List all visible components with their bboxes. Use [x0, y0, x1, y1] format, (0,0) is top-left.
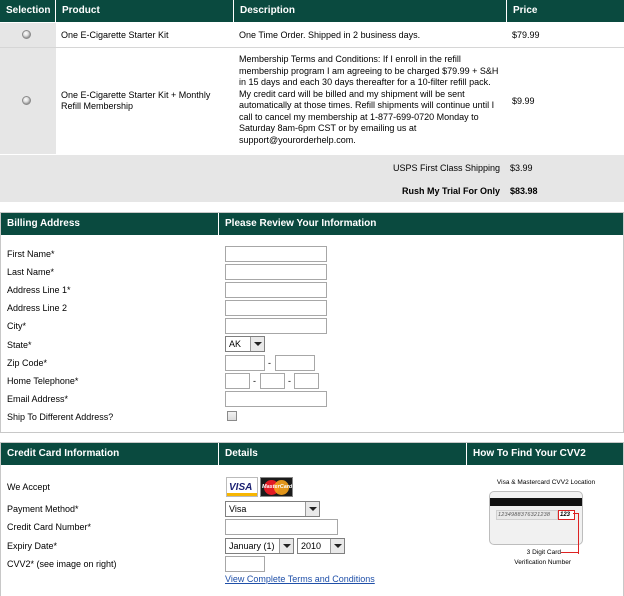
expiry-month-value: January (1): [229, 541, 275, 551]
expiry-year-value: 2010: [301, 541, 322, 551]
total-label: Rush My Trial For Only: [401, 186, 500, 196]
zip-input-2[interactable]: [275, 355, 315, 371]
card-number-input[interactable]: [225, 519, 338, 535]
phone-input-3[interactable]: [294, 373, 319, 389]
address1-label: Address Line 1*: [7, 285, 71, 295]
visa-stripe: [227, 493, 257, 496]
mastercard-logo: MasterCard: [260, 477, 293, 497]
shipping-price: $3.99: [510, 163, 533, 173]
billing-section: Billing Address Please Review Your Infor…: [0, 212, 624, 433]
phone-input-1[interactable]: [225, 373, 250, 389]
cvv-input[interactable]: [225, 556, 265, 572]
address1-input[interactable]: [225, 282, 327, 298]
last-name-input[interactable]: [225, 264, 327, 280]
shipping-label: USPS First Class Shipping: [392, 163, 500, 173]
cvv-pointer-line: [573, 513, 579, 554]
we-accept-label: We Accept: [7, 482, 50, 492]
phone-label: Home Telephone*: [7, 376, 79, 386]
first-name-label: First Name*: [7, 249, 55, 259]
city-label: City*: [7, 321, 27, 331]
cc-header: Credit Card Information: [1, 443, 218, 465]
cvv-header: How To Find Your CVV2: [467, 443, 623, 465]
details-header: Details: [219, 443, 466, 465]
cvv-code-text: 123: [560, 512, 571, 518]
phone-dash-2: -: [288, 376, 291, 386]
cvv-image-title: Visa & Mastercard CVV2 Location: [496, 479, 596, 486]
zip-input-1[interactable]: [225, 355, 265, 371]
product-desc-2: Membership Terms and Conditions: If I en…: [239, 54, 499, 145]
payment-method-label: Payment Method*: [7, 504, 79, 514]
product-radio-1[interactable]: [22, 30, 31, 39]
col-header-selection: Selection: [0, 0, 55, 22]
product-name-2: One E-Cigarette Starter Kit + Monthly Re…: [61, 90, 211, 111]
address2-input[interactable]: [225, 300, 327, 316]
mc-logo-text: MasterCard: [262, 484, 293, 490]
cvv-label: CVV2* (see image on right): [7, 559, 117, 569]
total-price: $83.98: [510, 186, 538, 196]
address2-label: Address Line 2: [7, 303, 68, 313]
billing-header: Billing Address: [1, 213, 218, 235]
payment-method-value: Visa: [229, 504, 247, 514]
magnetic-stripe: [490, 498, 582, 506]
terms-link[interactable]: View Complete Terms and Conditions: [225, 574, 375, 584]
product-table: Selection Product Description Price One …: [0, 0, 624, 202]
cvv-caption-2: Verification Number: [514, 559, 571, 566]
chevron-down-icon[interactable]: [250, 337, 264, 351]
ship-diff-checkbox[interactable]: [227, 411, 237, 421]
review-header: Please Review Your Information: [219, 213, 623, 235]
state-label: State*: [7, 340, 32, 350]
chevron-down-icon[interactable]: [305, 502, 319, 516]
zip-label: Zip Code*: [7, 358, 48, 368]
chevron-down-icon[interactable]: [330, 539, 344, 553]
phone-dash-1: -: [253, 376, 256, 386]
divider: [0, 47, 624, 48]
state-value: AK: [229, 339, 242, 349]
col-header-description: Description: [234, 0, 506, 22]
card-number-text: 1234988376321238: [498, 512, 551, 518]
payment-section: Credit Card Information Details How To F…: [0, 442, 624, 596]
col-header-product: Product: [56, 0, 233, 22]
product-name-1: One E-Cigarette Starter Kit: [61, 30, 169, 40]
city-input[interactable]: [225, 318, 327, 334]
first-name-input[interactable]: [225, 246, 327, 262]
visa-logo: VISA: [226, 477, 258, 497]
product-desc-1: One Time Order. Shipped in 2 business da…: [239, 30, 421, 40]
product-price-1: $79.99: [512, 30, 540, 40]
cvv-pointer-arrow: [561, 552, 579, 553]
zip-dash: -: [268, 358, 271, 368]
email-label: Email Address*: [7, 394, 69, 404]
expiry-year-select[interactable]: 2010: [297, 538, 345, 554]
card-back-image: 1234988376321238 123: [489, 491, 583, 545]
payment-method-select[interactable]: Visa: [225, 501, 320, 517]
cvv-caption-1: 3 Digit Card: [526, 549, 561, 556]
product-radio-2[interactable]: [22, 96, 31, 105]
state-select[interactable]: AK: [225, 336, 265, 352]
chevron-down-icon[interactable]: [279, 539, 293, 553]
col-header-price: Price: [507, 0, 624, 22]
cvv-illustration: Visa & Mastercard CVV2 Location 12349883…: [471, 479, 621, 574]
expiry-label: Expiry Date*: [7, 541, 58, 551]
email-input[interactable]: [225, 391, 327, 407]
phone-input-2[interactable]: [260, 373, 285, 389]
visa-logo-text: VISA: [229, 482, 253, 493]
last-name-label: Last Name*: [7, 267, 55, 277]
product-price-2: $9.99: [512, 96, 535, 106]
card-number-label: Credit Card Number*: [7, 522, 92, 532]
expiry-month-select[interactable]: January (1): [225, 538, 294, 554]
ship-diff-label: Ship To Different Address?: [7, 412, 114, 422]
